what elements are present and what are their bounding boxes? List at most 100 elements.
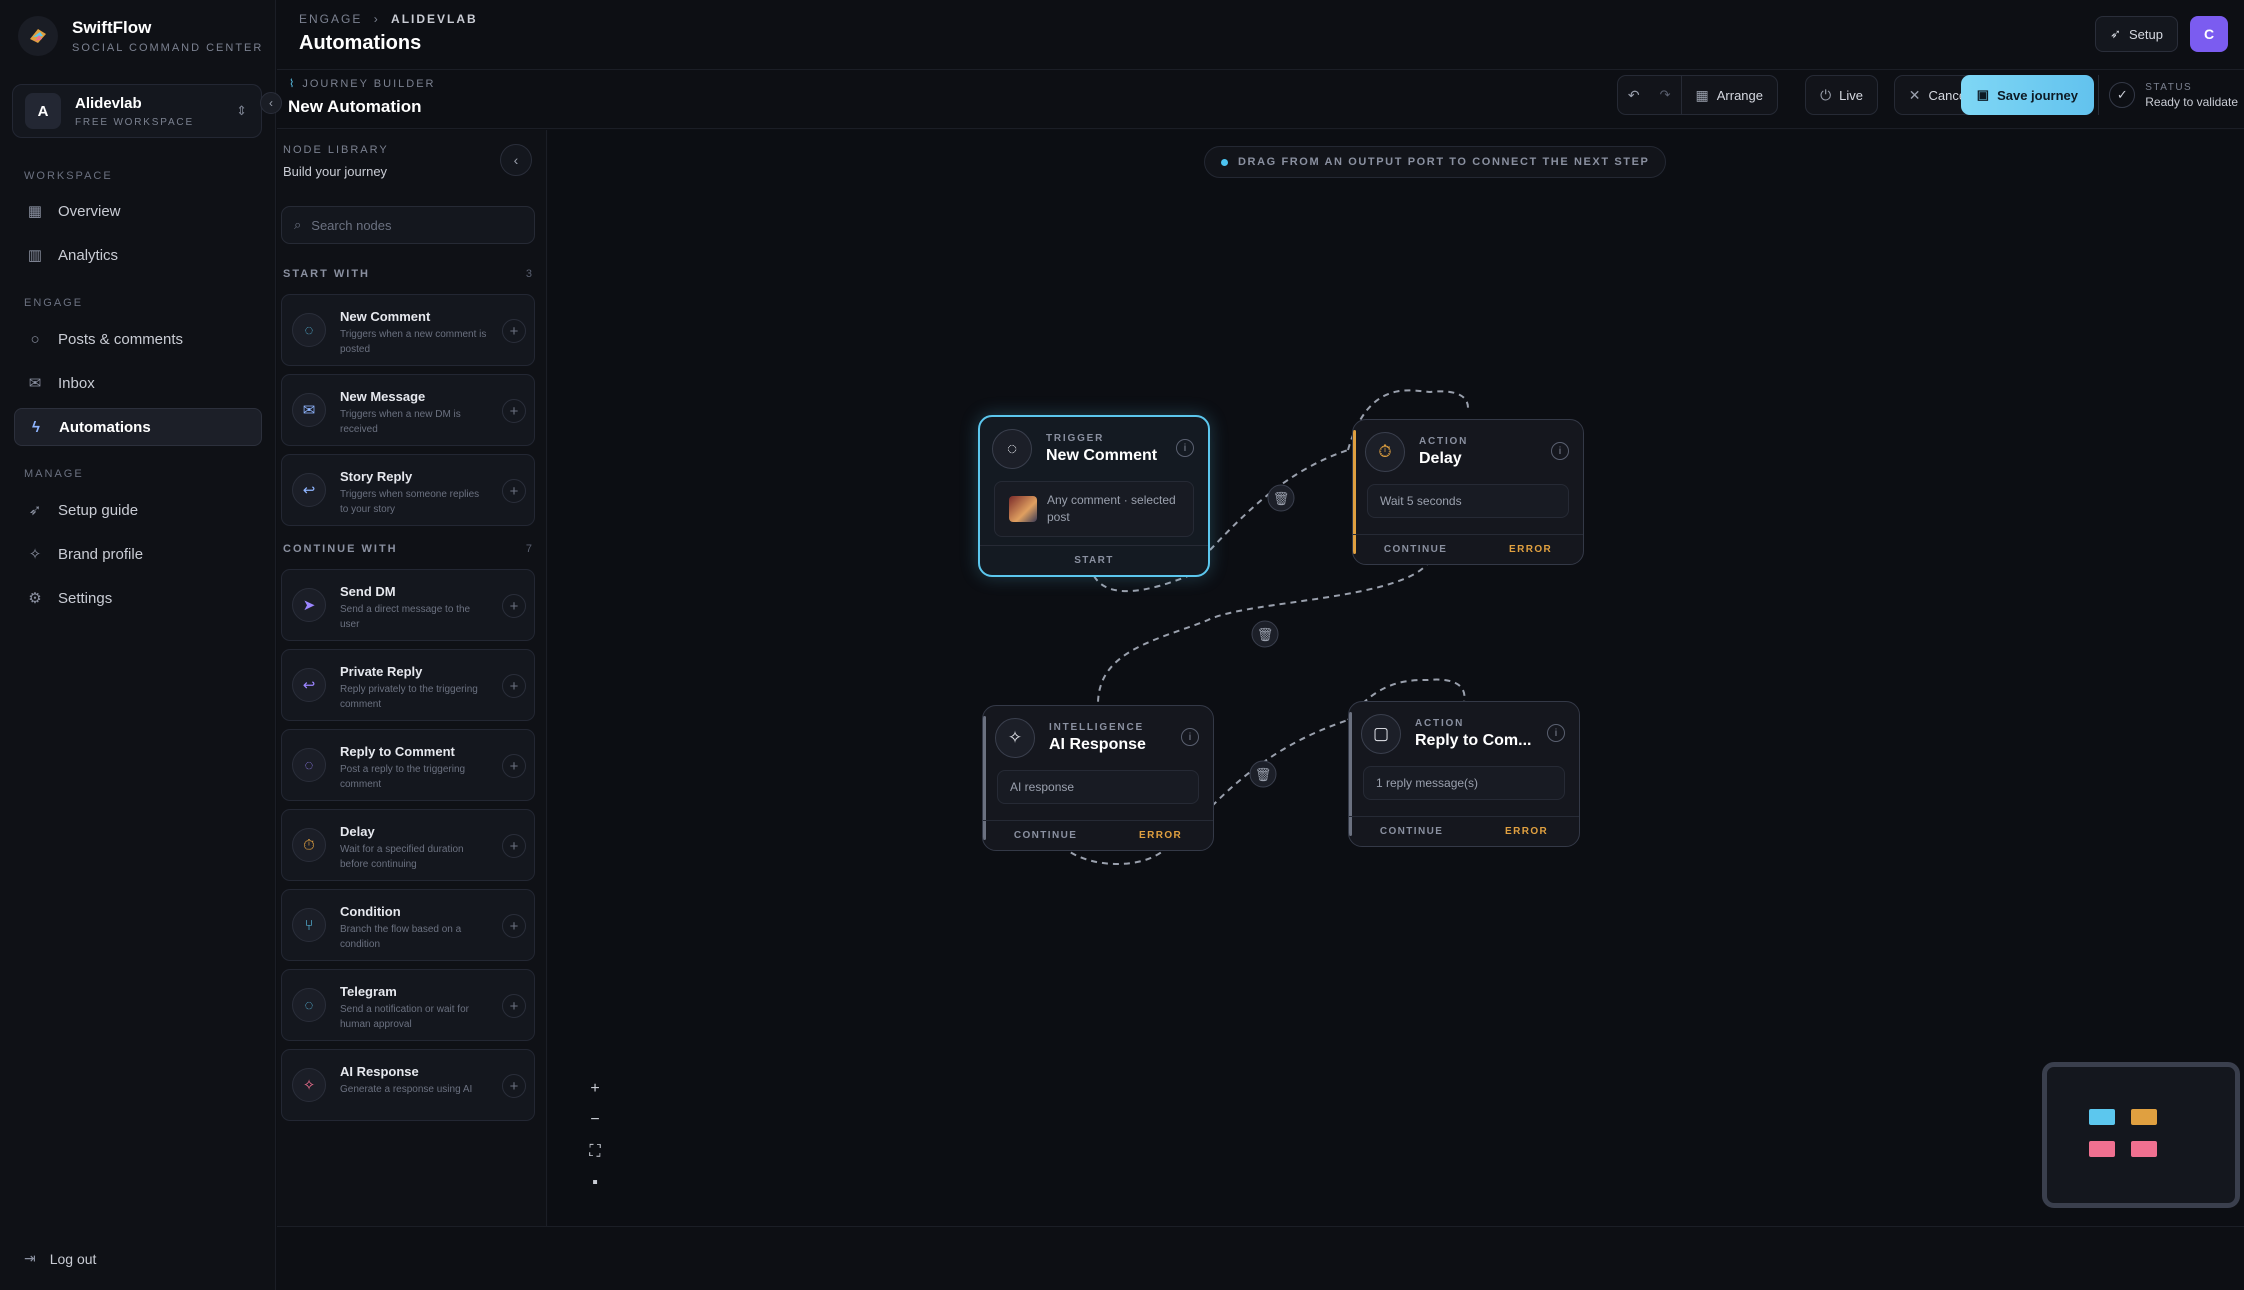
node-action-reply-to-comment[interactable]: ▢ ACTION Reply to Com... i 1 reply messa… [1348,701,1580,847]
continue-port-label[interactable]: CONTINUE [1380,826,1443,837]
sidebar-item-inbox[interactable]: ✉ Inbox [14,364,262,402]
section-title: START WITH [283,268,371,280]
minimap[interactable] [2042,1062,2240,1208]
comment-icon: ▢ [1361,714,1401,754]
search-icon: ⌕ [294,217,302,232]
library-node-new-message[interactable]: ✉ New Message Triggers when a new DM is re… [281,374,535,446]
search-input[interactable] [311,217,522,233]
sidebar-item-brand-profile[interactable]: ✧ Brand profile [14,535,262,573]
error-port-label[interactable]: ERROR [1139,830,1182,841]
node-ports: CONTINUE ERROR [1353,534,1583,564]
setup-label: Setup [2129,26,2163,42]
arrange-button[interactable]: ▦ Arrange [1680,76,1777,114]
library-node-condition[interactable]: ⑂ Condition Branch the flow based on a con… [281,889,535,961]
workspace-name: Alidevlab [75,94,142,112]
continue-port-label[interactable]: CONTINUE [1384,544,1447,555]
library-node-desc: Post a reply to the triggering comment [340,764,466,790]
error-port-label[interactable]: ERROR [1505,826,1548,837]
bottom-strip [277,1226,2244,1290]
add-node-button[interactable]: + [502,914,526,938]
sidebar-item-posts-comments[interactable]: ○ Posts & comments [14,320,262,358]
zoom-in-button[interactable]: + [580,1076,610,1102]
sidebar-item-label: Settings [58,589,113,607]
sidebar-item-label: Posts & comments [58,330,184,348]
library-node-send-dm[interactable]: ➤ Send DM Send a direct message to the use… [281,569,535,641]
edge-trigger-start-loop [1093,575,1189,593]
continue-port-label[interactable]: CONTINUE [1014,830,1077,841]
breadcrumb-item[interactable]: ENGAGE [299,12,362,26]
logout-label: Log out [49,1250,97,1267]
redo-icon: ↷ [1659,87,1671,102]
user-avatar[interactable]: C [2190,16,2228,52]
start-port-label[interactable]: START [1074,555,1114,566]
library-node-delay[interactable]: ⏱ Delay Wait for a specified duration befo… [281,809,535,881]
node-search[interactable]: ⌕ [281,206,535,244]
library-subtitle: Build your journey [283,164,388,179]
undo-icon: ↶ [1627,86,1640,103]
library-node-ai-response[interactable]: ✧ AI Response Generate a response using AI… [281,1049,535,1121]
save-icon: ▣ [1976,87,1990,102]
logout-button[interactable]: ⇥ Log out [24,1250,96,1267]
library-node-story-reply[interactable]: ↩ Story Reply Triggers when someone replie… [281,454,535,526]
sidebar-item-analytics[interactable]: ▥ Analytics [14,236,262,274]
node-kind: ACTION [1419,436,1469,447]
node-title: Reply to Com... [1415,732,1532,749]
add-node-button[interactable]: + [502,319,526,343]
builder-toolbar: ⌇ JOURNEY BUILDER New Automation ↶ ↷ ▦ Ar… [277,71,2244,129]
library-collapse-button[interactable]: ‹ [500,144,532,176]
undo-button[interactable]: ↶ [1618,76,1650,114]
save-journey-button[interactable]: ▣ Save journey [1960,75,2094,115]
node-ports: CONTINUE ERROR [1349,816,1579,846]
add-node-button[interactable]: + [502,479,526,503]
sidebar-item-settings[interactable]: ⚙ Settings [14,579,262,617]
node-library: NODE LIBRARY Build your journey ‹ ⌕ STAR… [277,130,547,1226]
reply-icon: ↩ [292,473,326,507]
check-icon: ✓ [2109,82,2136,108]
add-node-button[interactable]: + [502,834,526,858]
flow-canvas[interactable]: DRAG FROM AN OUTPUT PORT TO CONNECT THE … [548,130,2244,1226]
library-node-telegram[interactable]: ◌ Telegram Send a notification or wait for… [281,969,535,1041]
status-indicator: ✓ STATUS Ready to validate [2098,75,2238,115]
info-icon[interactable]: i [1547,724,1565,742]
sidebar-item-automations[interactable]: ϟ Automations [14,408,262,446]
rocket-icon: ➶ [2110,26,2122,41]
fit-view-button[interactable]: ⛶ [580,1139,610,1165]
workspace-switcher[interactable]: A Alidevlab FREE WORKSPACE ⇕ [12,84,262,138]
sidebar-item-label: Analytics [58,246,119,264]
library-node-desc: Triggers when a new comment is posted [340,329,487,355]
library-node-private-reply[interactable]: ↩ Private Reply Reply privately to the tri… [281,649,535,721]
minimap-node [2089,1141,2115,1157]
library-node-reply-to-comment[interactable]: ◌ Reply to Comment Post a reply to the tri… [281,729,535,801]
gear-icon: ⚙ [28,590,42,607]
library-node-new-comment[interactable]: ◌ New Comment Triggers when a new comment … [281,294,535,366]
nav-section-engage: ENGAGE [24,297,84,309]
lock-icon[interactable]: ▪ [580,1170,610,1196]
sidebar-item-overview[interactable]: ▦ Overview [14,192,262,230]
node-action-delay[interactable]: ⏱ ACTION Delay i Wait 5 seconds CONTINUE… [1352,419,1584,565]
node-trigger-new-comment[interactable]: ◌ TRIGGER New Comment i Any comment · se… [978,415,1210,577]
zoom-out-button[interactable]: − [580,1107,610,1133]
sidebar: SwiftFlow SOCIAL COMMAND CENTER A Alidev… [0,0,282,1290]
add-node-button[interactable]: + [502,994,526,1018]
info-icon[interactable]: i [1181,728,1199,746]
redo-button[interactable]: ↷ [1650,76,1681,114]
info-icon[interactable]: i [1176,439,1194,457]
bolt-icon: ϟ [32,418,40,436]
live-button[interactable]: ⏻ Live [1806,76,1877,114]
live-toggle[interactable]: ⏻ Live [1805,75,1878,115]
sidebar-item-setup-guide[interactable]: ➶ Setup guide [14,491,262,529]
error-port-label[interactable]: ERROR [1509,544,1552,555]
zoom-controls: + − ⛶ ▪ [580,1076,610,1196]
add-node-button[interactable]: + [502,674,526,698]
add-node-button[interactable]: + [502,1074,526,1098]
add-node-button[interactable]: + [502,399,526,423]
brand[interactable]: SwiftFlow SOCIAL COMMAND CENTER [18,16,263,56]
setup-button[interactable]: ➶ Setup [2095,16,2178,52]
power-icon: ⏻ [1820,86,1832,103]
node-intelligence-ai-response[interactable]: ✧ INTELLIGENCE AI Response i AI response… [982,705,1214,851]
sidebar-item-label: Inbox [58,374,95,392]
add-node-button[interactable]: + [502,754,526,778]
info-icon[interactable]: i [1551,442,1569,460]
add-node-button[interactable]: + [502,594,526,618]
nav-section-workspace: WORKSPACE [24,170,113,182]
